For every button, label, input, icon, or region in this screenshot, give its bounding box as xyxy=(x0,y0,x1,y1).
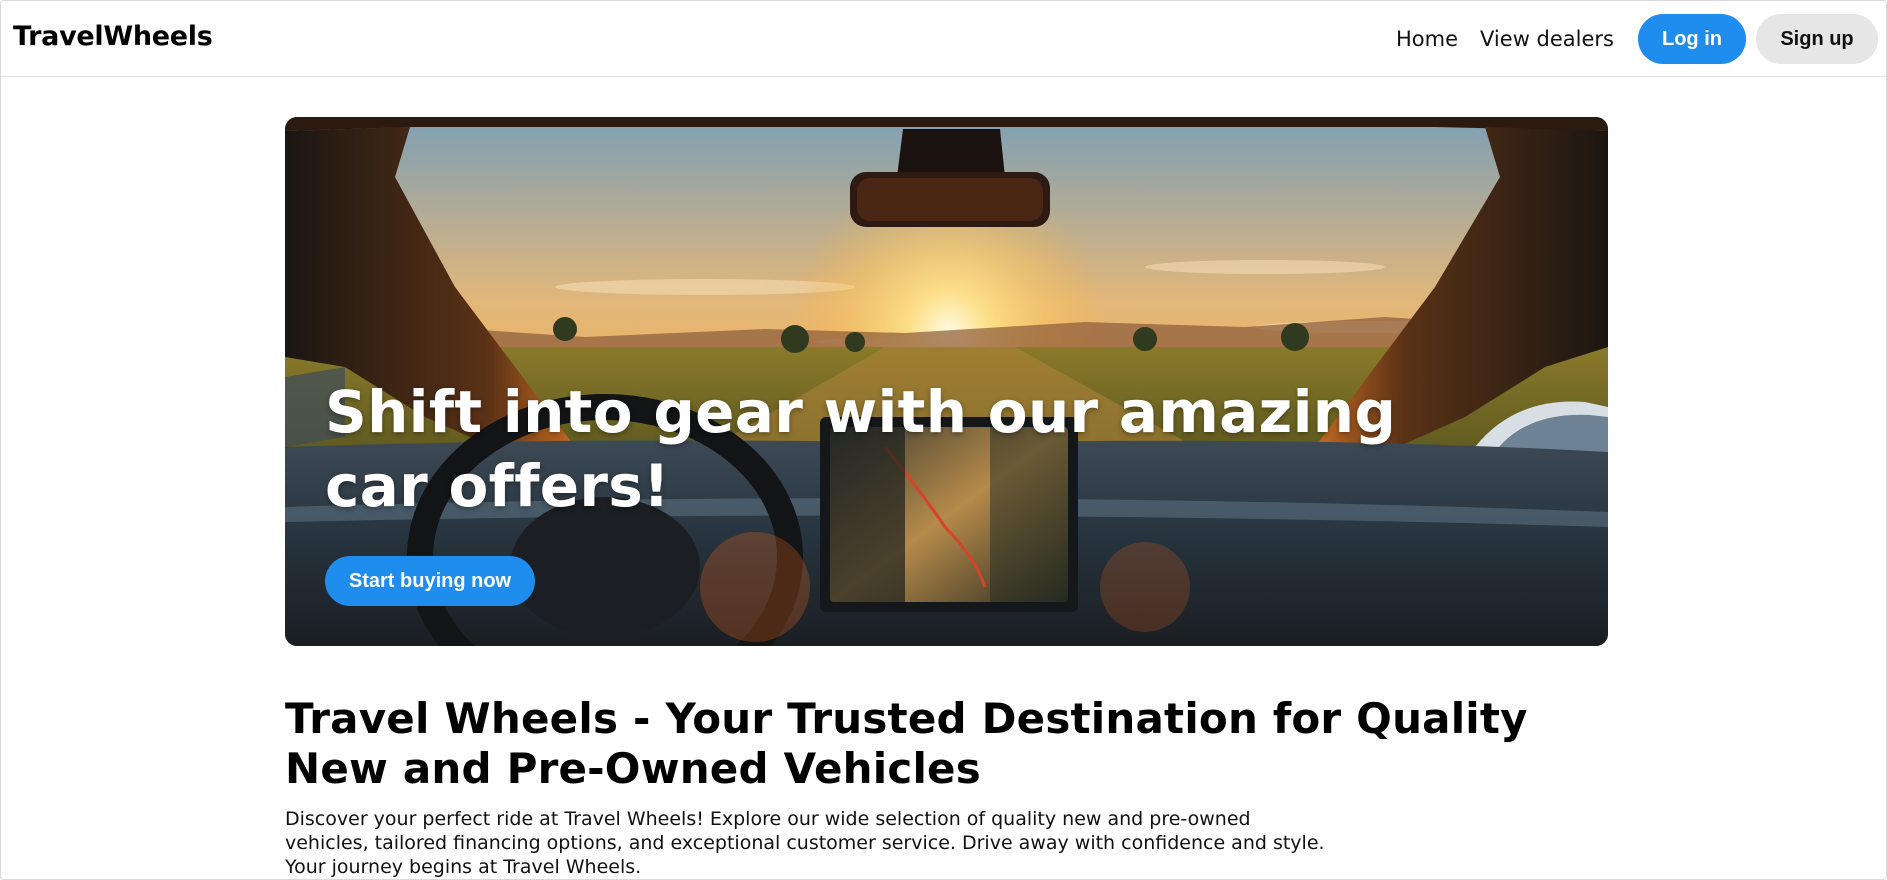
hero-banner: Shift into gear with our amazing car off… xyxy=(285,117,1608,646)
page-description: Discover your perfect ride at Travel Whe… xyxy=(285,808,1325,878)
page-headline: Travel Wheels - Your Trusted Destination… xyxy=(285,694,1528,793)
nav-link-view-dealers[interactable]: View dealers xyxy=(1480,27,1614,51)
login-button[interactable]: Log in xyxy=(1638,14,1746,64)
brand-logo[interactable]: TravelWheels xyxy=(13,21,213,52)
signup-button[interactable]: Sign up xyxy=(1756,14,1878,64)
main-nav: Home View dealers Log in Sign up xyxy=(1396,14,1878,64)
start-buying-button[interactable]: Start buying now xyxy=(325,556,535,606)
nav-link-home[interactable]: Home xyxy=(1396,27,1458,51)
hero-title: Shift into gear with our amazing car off… xyxy=(325,378,1397,520)
site-header: TravelWheels Home View dealers Log in Si… xyxy=(1,1,1886,77)
page-frame: TravelWheels Home View dealers Log in Si… xyxy=(0,0,1887,880)
